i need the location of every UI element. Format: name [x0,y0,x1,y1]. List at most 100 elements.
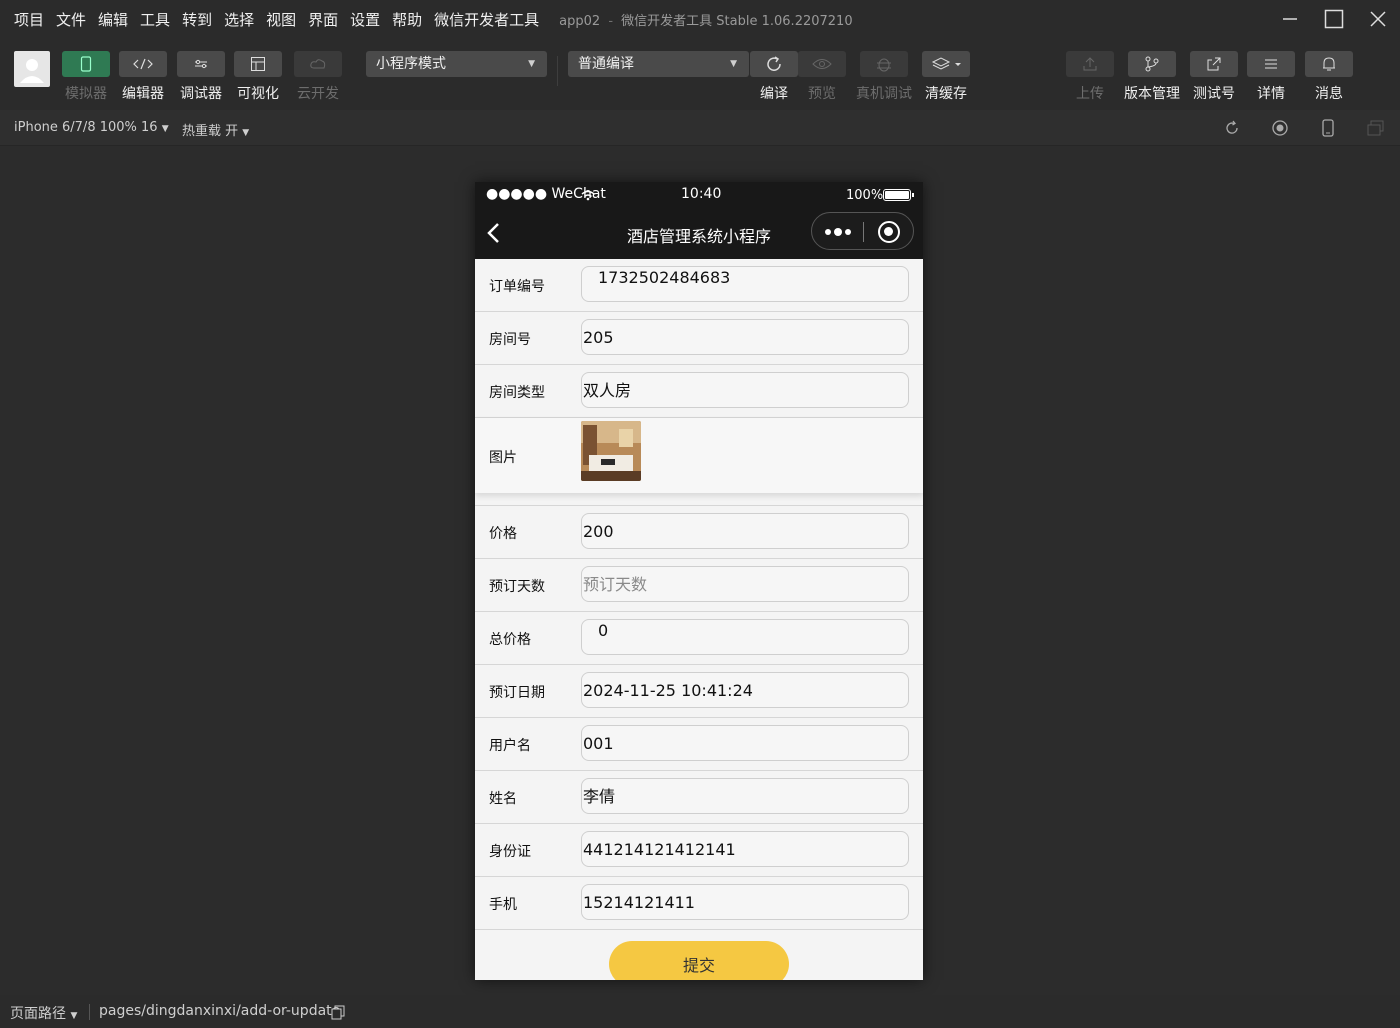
menu-file[interactable]: 文件 [56,9,86,30]
clear-cache-action[interactable]: 清缓存 [922,51,970,103]
version-button[interactable] [1128,51,1176,77]
copy-icon[interactable] [331,1005,345,1020]
days-field[interactable]: 预订天数 [581,566,909,602]
more-dots-icon[interactable] [824,225,852,239]
messages-action[interactable]: 消息 [1305,51,1353,103]
title-separator: - [608,13,614,29]
order-no-field[interactable]: 1732502484683 [581,266,909,302]
room-no-field[interactable]: 205 [581,319,909,355]
close-window-button[interactable] [1356,0,1400,38]
minimize-button[interactable] [1268,0,1312,38]
maximize-button[interactable] [1312,0,1356,38]
price-field[interactable]: 200 [581,513,909,549]
layers-icon [931,57,961,70]
details-button[interactable] [1247,51,1295,77]
menu-bar: 项目 文件 编辑 工具 转到 选择 视图 界面 设置 帮助 微信开发者工具 ap… [0,0,1400,38]
id-field[interactable]: 441214121412141 [581,831,909,867]
menu-select[interactable]: 选择 [224,9,254,30]
detach-button[interactable] [1366,118,1386,138]
stop-button[interactable] [1270,118,1290,138]
total-field[interactable]: 0 [581,619,909,655]
record-icon [1272,120,1288,136]
window-title: app02 - 微信开发者工具 Stable 1.06.2207210 [559,10,852,29]
chevron-down-icon: ▼ [528,59,535,69]
device-select-value: iPhone 6/7/8 100% 16 [14,120,158,135]
status-divider [89,1004,90,1020]
bell-icon [1323,57,1335,71]
editor-toggle[interactable]: 编辑器 [119,51,167,103]
status-time: 10:40 [681,186,722,202]
menu-goto[interactable]: 转到 [182,9,212,30]
upload-action[interactable]: 上传 [1066,51,1114,103]
user-avatar[interactable] [14,51,50,87]
upload-button[interactable] [1066,51,1114,77]
room-type-field[interactable]: 双人房 [581,372,909,408]
chevron-down-icon: ▼ [161,124,169,134]
visual-toggle[interactable]: 可视化 [234,51,282,103]
menu-help[interactable]: 帮助 [392,9,422,30]
room-photo-thumbnail[interactable] [581,421,641,481]
menu-interface[interactable]: 界面 [308,9,338,30]
messages-button[interactable] [1305,51,1353,77]
menu-wechat-devtools[interactable]: 微信开发者工具 [434,9,539,30]
simulator-toggle[interactable]: 模拟器 [62,51,110,103]
preview-label: 预览 [808,86,836,102]
chevron-down-icon: ▼ [730,59,737,69]
remote-debug-action[interactable]: 真机调试 [856,51,912,103]
test-account-action[interactable]: 测试号 [1190,51,1238,103]
menu-settings[interactable]: 设置 [350,9,380,30]
upload-label: 上传 [1076,86,1104,102]
battery-percent: 100% [846,188,884,203]
device-frame-button[interactable] [1318,118,1338,138]
page-path-select[interactable]: 页面路径 ▼ [10,1003,77,1023]
menu-project[interactable]: 项目 [14,9,44,30]
hot-reload-select[interactable]: 热重载 开 ▼ [182,120,249,139]
preview-button[interactable] [798,51,846,77]
form-row-order-no: 订单编号 1732502484683 [475,259,923,312]
name-field[interactable]: 李倩 [581,778,909,814]
sliders-icon [195,59,207,69]
chevron-down-icon: ▼ [242,128,250,138]
capsule-menu [811,212,914,250]
menu-tools[interactable]: 工具 [140,9,170,30]
visual-button[interactable] [234,51,282,77]
minimize-icon [1283,18,1297,20]
phone-field[interactable]: 15214121411 [581,884,909,920]
date-field[interactable]: 2024-11-25 10:41:24 [581,672,909,708]
cloud-toggle[interactable]: 云开发 [294,51,342,103]
form-row-days: 预订天数 预订天数 [475,559,923,612]
capsule-divider [863,222,864,242]
remote-debug-button[interactable] [860,51,908,77]
cloud-button[interactable] [294,51,342,77]
room-photo [581,421,641,481]
days-label: 预订天数 [489,579,545,595]
debugger-button[interactable] [177,51,225,77]
mode-select[interactable]: 小程序模式 ▼ [366,51,547,77]
version-label: 版本管理 [1124,86,1180,102]
submit-button[interactable]: 提交 [609,941,789,980]
compile-select[interactable]: 普通编译 ▼ [568,51,749,77]
username-field[interactable]: 001 [581,725,909,761]
app-title: 微信开发者工具 Stable 1.06.2207210 [621,13,853,29]
preview-action[interactable]: 预览 [798,51,846,103]
clear-cache-button[interactable] [922,51,970,77]
windows-icon [1367,120,1384,136]
window-controls [1268,0,1400,38]
branch-icon [1145,56,1159,72]
test-account-button[interactable] [1190,51,1238,77]
device-select[interactable]: iPhone 6/7/8 100% 16 ▼ [14,120,169,135]
debugger-toggle[interactable]: 调试器 [177,51,225,103]
close-target-icon[interactable] [878,221,900,243]
simulator-controls [1194,118,1386,138]
menu-edit[interactable]: 编辑 [98,9,128,30]
messages-label: 消息 [1315,86,1343,102]
refresh-icon [767,56,781,71]
rotate-button[interactable] [1222,118,1242,138]
details-action[interactable]: 详情 [1247,51,1295,103]
editor-button[interactable] [119,51,167,77]
menu-view[interactable]: 视图 [266,9,296,30]
simulator-button[interactable] [62,51,110,77]
version-action[interactable]: 版本管理 [1124,51,1180,103]
price-label: 价格 [489,526,517,542]
compile-button[interactable] [750,51,798,77]
